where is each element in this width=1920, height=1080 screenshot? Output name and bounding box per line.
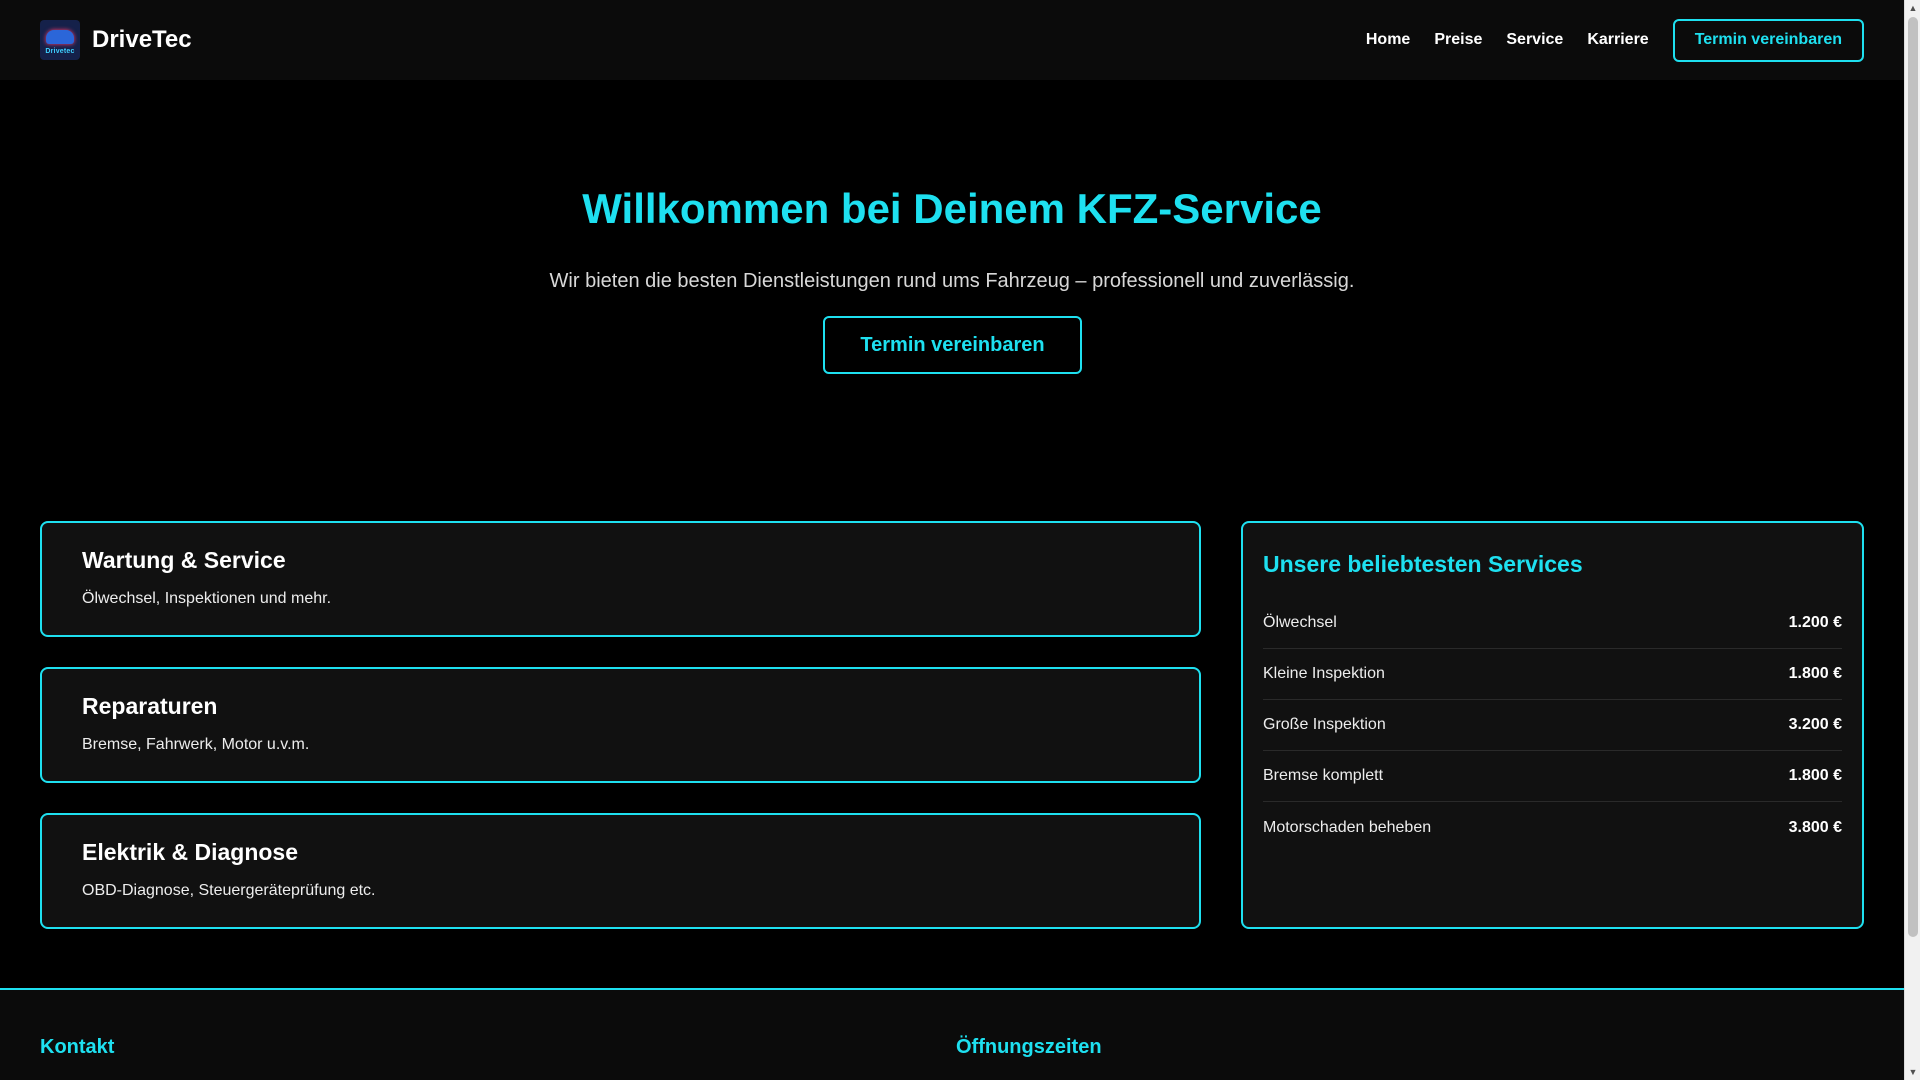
price-value: 1.800 € [1788, 665, 1842, 682]
service-card-reparaturen[interactable]: Reparaturen Bremse, Fahrwerk, Motor u.v.… [40, 667, 1201, 783]
service-card-title: Elektrik & Diagnose [82, 839, 299, 865]
brand[interactable]: Drivetec DriveTec [40, 20, 192, 60]
brand-name[interactable]: DriveTec [92, 26, 192, 54]
service-card-description: OBD-Diagnose, Steuergeräteprüfung etc. [82, 882, 376, 899]
popular-services-panel: Unsere beliebtesten Services Ölwechsel 1… [1241, 521, 1864, 929]
nav-item-preise[interactable]: Preise [1434, 31, 1482, 49]
price-row: Kleine Inspektion 1.800 € [1263, 649, 1842, 700]
arrow-up-icon[interactable]: ▲ [1905, 0, 1920, 16]
nav-appointment-button[interactable]: Termin vereinbaren [1672, 18, 1864, 62]
price-service-name: Ölwechsel [1263, 614, 1337, 631]
price-service-name: Motorschaden beheben [1263, 818, 1432, 836]
price-row: Motorschaden beheben 3.800 € [1263, 802, 1842, 853]
logo-car-shape [46, 30, 74, 44]
logo-text: Drivetec [45, 48, 75, 55]
price-row: Ölwechsel 1.200 € [1263, 598, 1842, 649]
main-nav: Home Preise Service Karriere Termin vere… [1366, 18, 1864, 62]
hero-subtitle: Wir bieten die besten Dienstleistungen r… [549, 270, 1355, 292]
service-card-wartung[interactable]: Wartung & Service Ölwechsel, Inspektione… [40, 521, 1201, 637]
price-value: 3.200 € [1788, 716, 1842, 733]
service-card-description: Ölwechsel, Inspektionen und mehr. [82, 590, 332, 607]
page: Drivetec DriveTec Home Preise Service Ka… [0, 0, 1904, 1080]
site-footer: Kontakt Öffnungszeiten [0, 988, 1904, 1080]
price-value: 1.200 € [1788, 614, 1842, 631]
nav-item-home[interactable]: Home [1366, 31, 1410, 49]
service-card-title: Reparaturen [82, 693, 218, 719]
car-logo-icon[interactable]: Drivetec [40, 20, 80, 60]
arrow-down-icon[interactable]: ▼ [1905, 1064, 1920, 1080]
price-service-name: Kleine Inspektion [1263, 665, 1385, 682]
service-cards: Wartung & Service Ölwechsel, Inspektione… [40, 521, 1201, 959]
page-scrollbar[interactable]: ▲ ▼ [1904, 0, 1920, 1080]
nav-item-service[interactable]: Service [1506, 31, 1563, 49]
price-service-name: Große Inspektion [1263, 716, 1386, 733]
price-value: 3.800 € [1788, 818, 1842, 836]
scrollbar-thumb[interactable] [1908, 17, 1918, 937]
price-service-name: Bremse komplett [1263, 767, 1384, 784]
nav-item-karriere[interactable]: Karriere [1587, 31, 1648, 49]
footer-hours-title: Öffnungszeiten [956, 1036, 1102, 1058]
service-card-title: Wartung & Service [82, 547, 286, 573]
service-card-description: Bremse, Fahrwerk, Motor u.v.m. [82, 736, 310, 753]
service-card-elektrik[interactable]: Elektrik & Diagnose OBD-Diagnose, Steuer… [40, 813, 1201, 929]
hero-section: Willkommen bei Deinem KFZ-Service Wir bi… [0, 80, 1904, 500]
site-header: Drivetec DriveTec Home Preise Service Ka… [0, 0, 1904, 80]
price-row: Große Inspektion 3.200 € [1263, 700, 1842, 751]
price-row: Bremse komplett 1.800 € [1263, 751, 1842, 802]
hero-title: Willkommen bei Deinem KFZ-Service [582, 185, 1322, 232]
footer-contact-title: Kontakt [40, 1036, 115, 1058]
hero-appointment-button[interactable]: Termin vereinbaren [823, 316, 1082, 374]
popular-services-title: Unsere beliebtesten Services [1263, 551, 1583, 577]
price-value: 1.800 € [1788, 767, 1842, 784]
